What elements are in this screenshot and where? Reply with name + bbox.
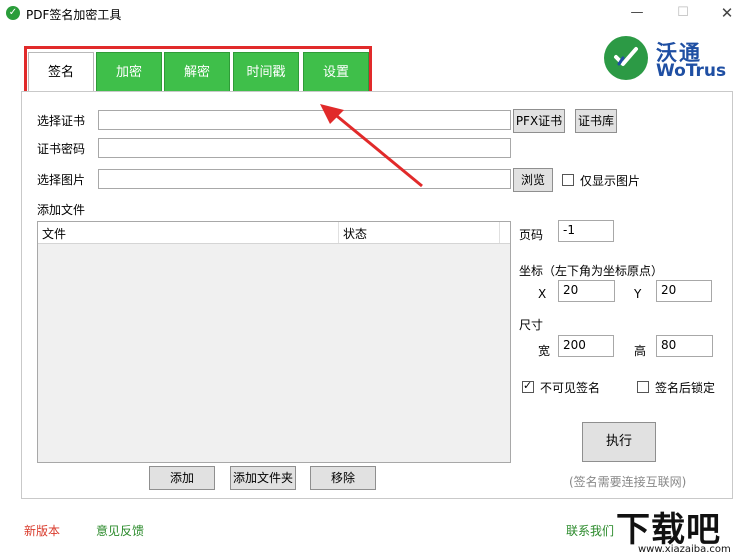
logo-check-icon	[614, 47, 638, 66]
wotrus-logo: 沃通 WoTrus	[604, 36, 744, 82]
file-list[interactable]: 文件 状态	[37, 221, 511, 463]
invisible-sign-checkbox[interactable]	[522, 379, 534, 393]
tab-decrypt[interactable]: 解密	[164, 52, 230, 92]
height-input[interactable]: 80	[656, 335, 713, 357]
image-input[interactable]	[98, 169, 511, 189]
minimize-button[interactable]: —	[622, 4, 652, 22]
column-divider	[499, 222, 500, 243]
pfx-cert-button[interactable]: PFX证书	[513, 109, 565, 133]
tab-settings[interactable]: 设置	[303, 52, 369, 92]
cert-label: 选择证书	[37, 114, 86, 128]
column-status[interactable]: 状态	[343, 225, 367, 242]
watermark-url: www.xiazaiba.com	[638, 544, 731, 555]
maximize-button[interactable]: ☐	[668, 4, 698, 22]
password-input[interactable]	[98, 138, 511, 158]
only-image-label: 仅显示图片	[580, 174, 641, 188]
lock-after-sign-label: 签名后锁定	[655, 381, 716, 395]
cert-input[interactable]	[98, 110, 511, 130]
app-icon: ✓	[6, 6, 20, 20]
feedback-link[interactable]: 意见反馈	[96, 522, 144, 539]
network-note: (签名需要连接互联网)	[569, 475, 687, 489]
window-title: PDF签名加密工具	[26, 8, 122, 22]
logo-text-en: WoTrus	[656, 61, 727, 81]
title-bar: ✓ PDF签名加密工具 — ☐ ✕	[0, 0, 755, 28]
tab-sign[interactable]: 签名	[28, 52, 94, 92]
remove-button[interactable]: 移除	[310, 466, 376, 490]
lock-after-sign-checkbox[interactable]	[637, 381, 649, 393]
y-input[interactable]: 20	[656, 280, 712, 302]
close-button[interactable]: ✕	[712, 4, 742, 22]
password-label: 证书密码	[37, 142, 86, 156]
x-input[interactable]: 20	[558, 280, 615, 302]
cert-store-button[interactable]: 证书库	[575, 109, 617, 133]
only-image-checkbox[interactable]	[562, 174, 574, 186]
x-label: X	[538, 287, 547, 301]
new-version-link[interactable]: 新版本	[24, 522, 60, 539]
page-label: 页码	[519, 228, 544, 242]
red-arrow-annotation	[320, 104, 423, 188]
column-file[interactable]: 文件	[42, 225, 66, 242]
coord-label: 坐标（左下角为坐标原点）	[519, 264, 664, 278]
y-label: Y	[634, 287, 642, 301]
width-label: 宽	[538, 344, 551, 358]
column-divider	[338, 222, 339, 243]
image-label: 选择图片	[37, 173, 86, 187]
width-input[interactable]: 200	[558, 335, 614, 357]
add-files-label: 添加文件	[37, 203, 86, 217]
file-list-header: 文件 状态	[38, 222, 510, 244]
contact-us-link[interactable]: 联系我们	[566, 522, 614, 539]
invisible-sign-label: 不可见签名	[540, 381, 601, 395]
execute-button[interactable]: 执行	[582, 422, 656, 462]
tab-encrypt[interactable]: 加密	[96, 52, 162, 92]
page-input[interactable]: -1	[558, 220, 614, 242]
size-label: 尺寸	[519, 318, 544, 332]
tab-timestamp[interactable]: 时间戳	[233, 52, 299, 92]
add-file-button[interactable]: 添加	[149, 466, 215, 490]
height-label: 高	[634, 344, 647, 358]
browse-button[interactable]: 浏览	[513, 168, 553, 192]
add-folder-button[interactable]: 添加文件夹	[230, 466, 296, 490]
watermark: 下载吧 www.xiazaiba.com	[608, 500, 754, 558]
